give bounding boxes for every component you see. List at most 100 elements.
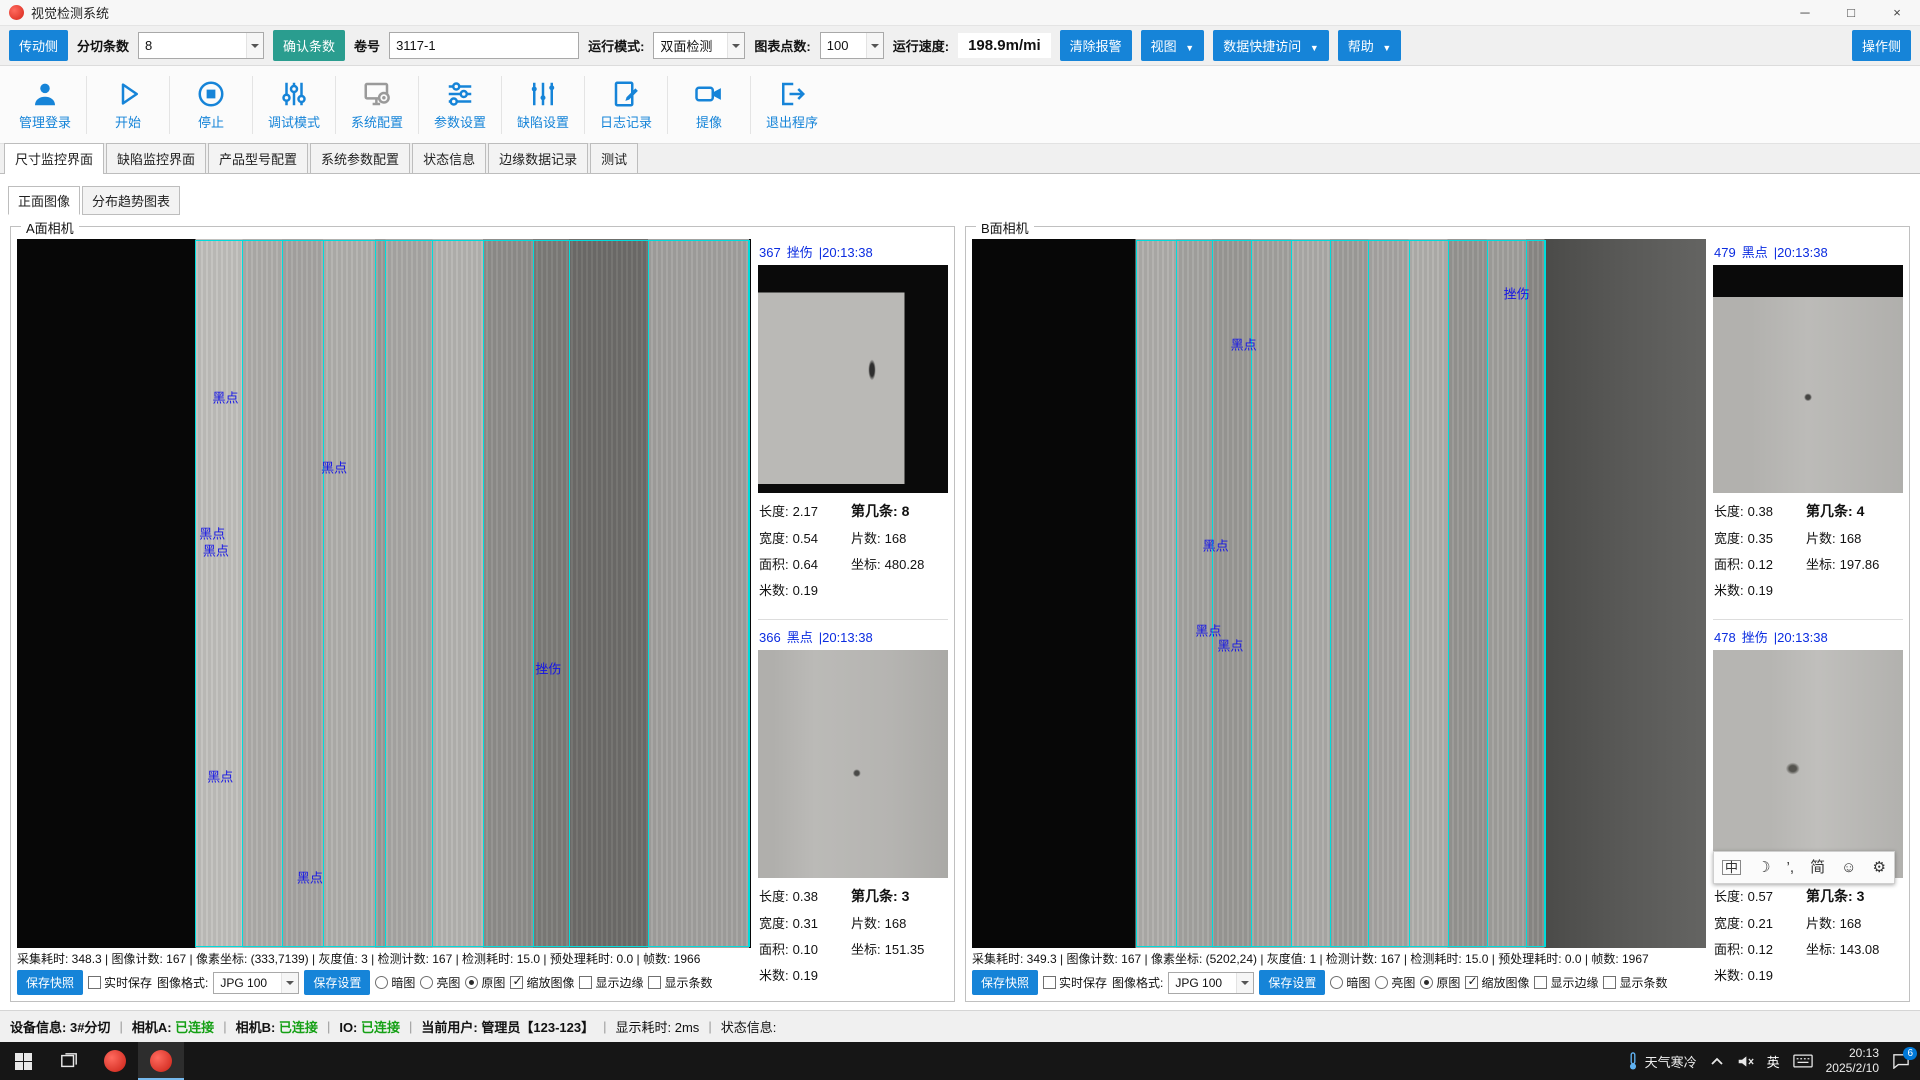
- clear-alarm-button[interactable]: 清除报警: [1060, 30, 1132, 61]
- strip-divider-line: [648, 240, 649, 947]
- run-speed-value: 198.9m/mi: [958, 33, 1051, 58]
- data-quick-access-menu-button[interactable]: 数据快捷访问 ▼: [1213, 30, 1329, 61]
- start-button[interactable]: [0, 1042, 46, 1080]
- speaker-mute-icon[interactable]: [1737, 1054, 1754, 1069]
- fullwidth-moon-icon[interactable]: ☽: [1757, 860, 1770, 875]
- stop-detect-button[interactable]: 停止: [170, 69, 252, 141]
- ime-settings-gear-icon[interactable]: ⚙: [1872, 860, 1885, 875]
- defect-time: |20:13:38: [819, 630, 873, 645]
- bright-image-radio[interactable]: 亮图: [1375, 974, 1415, 991]
- start-detect-button[interactable]: 开始: [87, 69, 169, 141]
- tab-edge-data-record[interactable]: 边缘数据记录: [488, 143, 588, 173]
- weather-indicator[interactable]: 天气寒冷: [1626, 1052, 1697, 1071]
- confirm-count-button[interactable]: 确认条数: [273, 30, 345, 61]
- defect-overlay-label: 黑点: [203, 540, 229, 559]
- admin-login-button[interactable]: 管理登录: [4, 69, 86, 141]
- defect-card-header[interactable]: 366 黑点 |20:13:38: [758, 624, 948, 650]
- tab-test[interactable]: 测试: [590, 143, 638, 173]
- ime-language-indicator[interactable]: 英: [1767, 1052, 1780, 1071]
- strip-region-border: [1136, 240, 1545, 947]
- stat-value: 2.17: [793, 504, 818, 519]
- stat-label: 片数:: [851, 531, 881, 546]
- camera-a-image[interactable]: 黑点黑点黑点黑点挫伤黑点黑点: [17, 239, 751, 948]
- show-edge-checkbox[interactable]: 显示边缘: [579, 974, 643, 991]
- taskbar-app-pinned[interactable]: [92, 1042, 138, 1080]
- emoji-panel-icon[interactable]: ☺: [1841, 860, 1856, 875]
- touch-keyboard-icon[interactable]: [1793, 1054, 1813, 1068]
- dark-image-label: 暗图: [1346, 974, 1370, 991]
- defect-thumbnail[interactable]: [1713, 650, 1903, 878]
- param-settings-button[interactable]: 参数设置: [419, 69, 501, 141]
- operate-side-button[interactable]: 操作侧: [1852, 30, 1911, 61]
- save-snapshot-button[interactable]: 保存快照: [17, 970, 83, 995]
- subtab-trend-chart[interactable]: 分布趋势图表: [82, 186, 180, 215]
- defect-thumbnail[interactable]: [758, 650, 948, 878]
- zoom-image-checkbox[interactable]: 缩放图像: [510, 974, 574, 991]
- defect-settings-button[interactable]: 缺陷设置: [502, 69, 584, 141]
- defect-thumbnail[interactable]: [758, 265, 948, 493]
- defect-thumbnail[interactable]: [1713, 265, 1903, 493]
- show-edge-checkbox[interactable]: 显示边缘: [1534, 974, 1598, 991]
- stat-value: 0.10: [793, 942, 818, 957]
- run-mode-select[interactable]: 双面检测: [653, 32, 745, 59]
- tab-size-monitor[interactable]: 尺寸监控界面: [4, 143, 104, 174]
- tab-status-info[interactable]: 状态信息: [412, 143, 486, 173]
- simplified-chinese-toggle[interactable]: 简: [1810, 860, 1825, 875]
- drive-side-button[interactable]: 传动侧: [9, 30, 68, 61]
- bright-image-radio[interactable]: 亮图: [420, 974, 460, 991]
- hidden-icons-chevron-icon[interactable]: [1710, 1056, 1724, 1066]
- defect-overlay-label: 黑点: [212, 388, 238, 407]
- dark-image-radio[interactable]: 暗图: [1330, 974, 1370, 991]
- split-count-select[interactable]: 8: [138, 32, 264, 59]
- tab-product-model-config[interactable]: 产品型号配置: [208, 143, 308, 173]
- image-format-select[interactable]: JPG 100: [1168, 972, 1254, 994]
- tab-system-param-config[interactable]: 系统参数配置: [310, 143, 410, 173]
- status-info-label: 状态信息:: [721, 1017, 777, 1036]
- defect-time-value: 20:13:38: [822, 245, 873, 260]
- show-strips-checkbox[interactable]: 显示条数: [1603, 974, 1667, 991]
- tab-defect-monitor[interactable]: 缺陷监控界面: [106, 143, 206, 173]
- zoom-image-checkbox[interactable]: 缩放图像: [1465, 974, 1529, 991]
- exit-program-button[interactable]: 退出程序: [751, 69, 833, 141]
- checkbox-icon: [88, 976, 101, 989]
- defect-card-header[interactable]: 479 黑点 |20:13:38: [1713, 239, 1903, 265]
- log-record-button[interactable]: 日志记录: [585, 69, 667, 141]
- original-image-radio[interactable]: 原图: [1420, 974, 1460, 991]
- chart-points-select[interactable]: 100: [820, 32, 884, 59]
- punctuation-toggle[interactable]: ’,: [1787, 860, 1795, 875]
- defect-card-header[interactable]: 367 挫伤 |20:13:38: [758, 239, 948, 265]
- save-settings-button[interactable]: 保存设置: [304, 970, 370, 995]
- realtime-save-checkbox[interactable]: 实时保存: [88, 974, 152, 991]
- capture-image-button[interactable]: 提像: [668, 69, 750, 141]
- stat-label: 宽度:: [759, 916, 789, 931]
- realtime-save-checkbox[interactable]: 实时保存: [1043, 974, 1107, 991]
- view-menu-button[interactable]: 视图 ▼: [1141, 30, 1205, 61]
- stat-value: 0.64: [793, 557, 818, 572]
- notification-center-button[interactable]: 6: [1892, 1053, 1910, 1069]
- minimize-button[interactable]: ─: [1782, 0, 1828, 25]
- taskbar-app-running[interactable]: [138, 1042, 184, 1080]
- help-menu-button[interactable]: 帮助 ▼: [1338, 30, 1402, 61]
- debug-mode-button[interactable]: 调试模式: [253, 69, 335, 141]
- save-settings-button[interactable]: 保存设置: [1259, 970, 1325, 995]
- save-snapshot-button[interactable]: 保存快照: [972, 970, 1038, 995]
- image-format-select[interactable]: JPG 100: [213, 972, 299, 994]
- camera-b-image[interactable]: 挫伤黑点黑点黑点黑点: [972, 239, 1706, 948]
- roll-number-input[interactable]: 3117-1: [389, 32, 579, 59]
- close-button[interactable]: ×: [1874, 0, 1920, 25]
- dark-image-radio[interactable]: 暗图: [375, 974, 415, 991]
- strip-divider-line: [1212, 240, 1213, 947]
- subtab-front-image[interactable]: 正面图像: [8, 186, 80, 215]
- stat-label: 长度:: [759, 889, 789, 904]
- strip-divider-line: [195, 240, 196, 947]
- ime-mode-toggle[interactable]: 中: [1722, 860, 1741, 875]
- stat-value: 0.19: [1748, 968, 1773, 983]
- original-image-radio[interactable]: 原图: [465, 974, 505, 991]
- show-strips-checkbox[interactable]: 显示条数: [648, 974, 712, 991]
- task-view-button[interactable]: [46, 1042, 92, 1080]
- defect-card-header[interactable]: 478 挫伤 |20:13:38: [1713, 624, 1903, 650]
- strip-divider-line: [1545, 240, 1546, 947]
- maximize-button[interactable]: □: [1828, 0, 1874, 25]
- taskbar-clock[interactable]: 20:13 2025/2/10: [1826, 1046, 1879, 1076]
- system-config-button[interactable]: 系统配置: [336, 69, 418, 141]
